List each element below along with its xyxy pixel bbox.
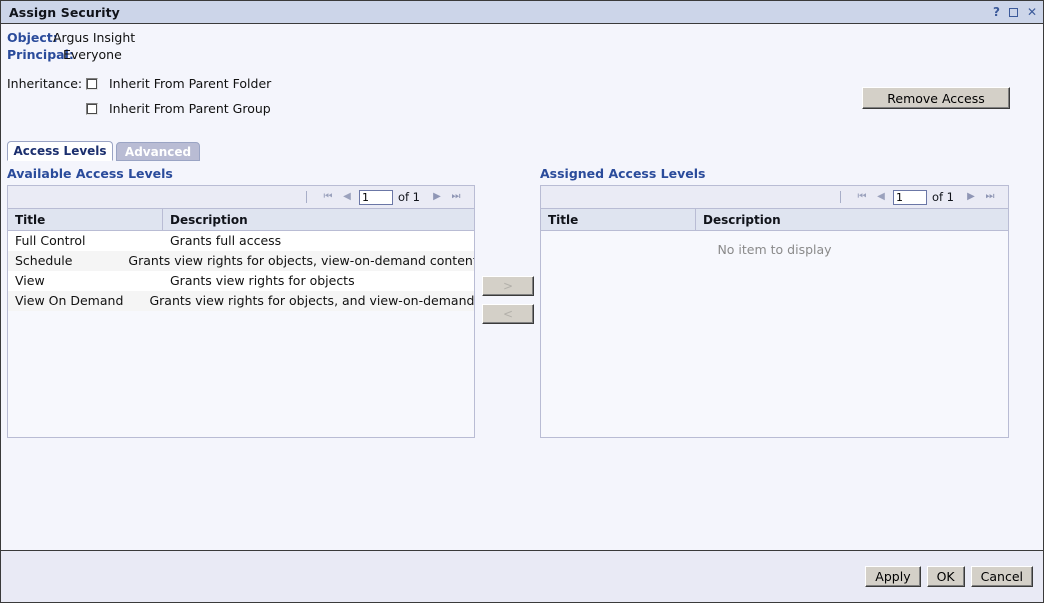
object-row: Object: Argus Insight	[7, 30, 1043, 47]
window-controls: ? ✕	[993, 6, 1037, 18]
add-access-level-button[interactable]: >	[482, 276, 534, 296]
next-page-icon[interactable]: ▶	[427, 192, 446, 202]
column-header-description: Description	[703, 212, 781, 227]
window-title: Assign Security	[9, 4, 120, 20]
pager-divider	[839, 191, 841, 203]
column-header-title: Title	[541, 208, 696, 231]
assigned-pager: ⏮ ◀ of 1 ▶ ⏭	[541, 186, 1008, 209]
cell-title: View On Demand	[15, 293, 124, 308]
empty-state-message: No item to display	[717, 242, 832, 257]
remove-access-button[interactable]: Remove Access	[862, 87, 1010, 109]
inherit-parent-group-label[interactable]: Inherit From Parent Group	[109, 101, 271, 116]
maximize-icon[interactable]	[1008, 7, 1018, 17]
assigned-table-body: No item to display	[541, 231, 1008, 437]
object-value: Argus Insight	[53, 30, 136, 45]
assign-security-dialog: Assign Security ? ✕ Object: Argus Insigh…	[0, 0, 1044, 603]
principal-row: Principal: Everyone	[7, 47, 1043, 64]
available-table-header: Title Description	[8, 208, 474, 231]
page-number-input[interactable]	[892, 189, 927, 205]
table-row[interactable]: Full Control Grants full access	[8, 231, 474, 251]
dialog-footer: Apply OK Cancel	[1, 550, 1043, 602]
available-table-body: Full Control Grants full access Schedule…	[8, 231, 474, 437]
prev-page-icon[interactable]: ◀	[871, 192, 890, 202]
cell-description: Grants view rights for objects, view-on-…	[128, 253, 474, 268]
inherit-parent-folder-checkbox[interactable]	[86, 77, 98, 90]
assigned-access-levels-heading: Assigned Access Levels	[540, 166, 706, 181]
help-icon[interactable]: ?	[993, 6, 1000, 18]
page-number-input[interactable]	[358, 189, 393, 205]
first-page-icon[interactable]: ⏮	[852, 192, 871, 202]
page-count-label: of 1	[931, 190, 954, 204]
pager-divider	[305, 191, 307, 203]
cell-title: Schedule	[15, 253, 73, 268]
cancel-button[interactable]: Cancel	[970, 566, 1033, 587]
table-row[interactable]: View Grants view rights for objects	[8, 271, 474, 291]
object-info: Object: Argus Insight Principal: Everyon…	[1, 24, 1043, 64]
dialog-content: Object: Argus Insight Principal: Everyon…	[1, 24, 1043, 550]
table-row[interactable]: Schedule Grants view rights for objects,…	[8, 251, 474, 271]
cell-description: Grants full access	[170, 233, 282, 248]
ok-button[interactable]: OK	[926, 566, 965, 587]
cell-description: Grants view rights for objects, and view…	[149, 293, 474, 308]
close-icon[interactable]: ✕	[1027, 6, 1037, 18]
principal-label: Principal:	[7, 47, 74, 62]
last-page-icon[interactable]: ⏭	[980, 192, 999, 202]
column-header-title: Title	[8, 208, 163, 231]
inherit-parent-folder-label[interactable]: Inherit From Parent Folder	[109, 76, 271, 91]
principal-value: Everyone	[63, 47, 122, 62]
tab-access-levels[interactable]: Access Levels	[7, 141, 113, 161]
object-label: Object:	[7, 30, 58, 45]
remove-access-level-button[interactable]: <	[482, 304, 534, 324]
assigned-table-header: Title Description	[541, 208, 1008, 231]
apply-button[interactable]: Apply	[865, 566, 921, 587]
column-header-description: Description	[170, 212, 248, 227]
inherit-parent-group-checkbox[interactable]	[86, 102, 98, 115]
tab-bar: Access Levels Advanced	[7, 140, 200, 161]
next-page-icon[interactable]: ▶	[961, 192, 980, 202]
first-page-icon[interactable]: ⏮	[318, 192, 337, 202]
page-count-label: of 1	[397, 190, 420, 204]
cell-title: Full Control	[15, 233, 86, 248]
table-row[interactable]: View On Demand Grants view rights for ob…	[8, 291, 474, 311]
tab-advanced[interactable]: Advanced	[116, 142, 200, 161]
inheritance-caption: Inheritance:	[7, 76, 83, 91]
prev-page-icon[interactable]: ◀	[337, 192, 356, 202]
cell-description: Grants view rights for objects	[170, 273, 355, 288]
available-access-levels-heading: Available Access Levels	[7, 166, 173, 181]
available-access-levels-panel: ⏮ ◀ of 1 ▶ ⏭ Title Description Full Cont…	[7, 185, 475, 438]
available-pager: ⏮ ◀ of 1 ▶ ⏭	[8, 186, 474, 209]
last-page-icon[interactable]: ⏭	[446, 192, 465, 202]
transfer-button-group: > <	[482, 276, 534, 324]
title-bar: Assign Security ? ✕	[1, 1, 1043, 24]
cell-title: View	[15, 273, 45, 288]
assigned-access-levels-panel: ⏮ ◀ of 1 ▶ ⏭ Title Description No item t…	[540, 185, 1009, 438]
